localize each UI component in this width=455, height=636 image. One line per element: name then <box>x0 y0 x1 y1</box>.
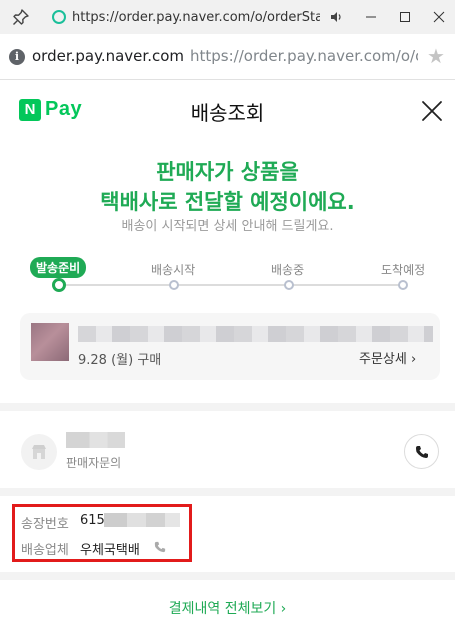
section-divider <box>0 572 455 580</box>
site-circle-icon <box>52 10 66 24</box>
tracking-number-label: 송장번호 <box>21 517 69 532</box>
step-dot-preparing <box>52 278 66 292</box>
order-card[interactable]: 9.28 (월) 구매 주문상세 › <box>20 313 440 380</box>
status-headline-line1: 판매자가 상품을 <box>156 160 299 184</box>
close-window-icon[interactable] <box>424 0 454 34</box>
step-label-in-transit: 배송중 <box>271 263 305 277</box>
window-titlebar: https://order.pay.naver.com/o/orderStatu… <box>0 0 455 34</box>
phone-icon <box>415 445 428 458</box>
minimize-icon[interactable] <box>356 0 386 34</box>
seller-name-redacted <box>66 432 125 448</box>
status-headline-line2: 택배사로 전달할 예정이에요. <box>100 190 355 214</box>
address-full-url: https://order.pay.naver.com/o/orderStatu… <box>190 47 418 65</box>
seller-inquiry-label: 판매자문의 <box>66 456 122 470</box>
carrier-phone-icon[interactable] <box>154 541 166 553</box>
order-detail-link[interactable]: 주문상세 › <box>359 348 416 367</box>
tracking-number-prefix: 615 <box>80 513 105 528</box>
step-label-shipping-start: 배송시작 <box>151 263 196 277</box>
chevron-right-icon: › <box>410 352 417 367</box>
step-label-preparing: 발송준비 <box>30 257 87 278</box>
window-title: https://order.pay.naver.com/o/orderStatu… <box>52 0 320 34</box>
status-subline: 배송이 시작되면 상세 안내해 드릴게요. <box>121 219 334 234</box>
info-icon[interactable]: i <box>9 49 25 65</box>
product-thumbnail <box>31 323 69 361</box>
progress-track <box>59 284 403 286</box>
maximize-icon[interactable] <box>390 0 420 34</box>
window-title-url: https://order.pay.naver.com/o/orderStatu… <box>72 9 320 25</box>
order-detail-label: 주문상세 <box>359 352 407 367</box>
page-title: 배송조회 <box>190 101 265 125</box>
seller-phone-button[interactable] <box>404 434 439 469</box>
address-bar[interactable]: i order.pay.naver.com https://order.pay.n… <box>0 34 455 80</box>
star-icon[interactable]: ★ <box>427 46 445 66</box>
section-divider <box>0 403 455 411</box>
product-name-redacted <box>78 326 433 342</box>
address-url[interactable]: order.pay.naver.com https://order.pay.nav… <box>32 47 418 65</box>
step-dot-arrival <box>398 280 408 290</box>
tracking-number-redacted <box>104 513 180 527</box>
carrier-label: 배송업체 <box>21 543 69 558</box>
step-label-arrival: 도착예정 <box>381 263 426 277</box>
payment-history-link[interactable]: 결제내역 전체보기 › <box>0 598 455 618</box>
step-dot-shipping-start <box>169 280 179 290</box>
pin-icon[interactable] <box>12 8 30 26</box>
close-icon[interactable] <box>420 99 444 123</box>
mute-icon[interactable] <box>321 0 351 34</box>
step-dot-in-transit <box>284 280 294 290</box>
store-icon <box>21 434 57 470</box>
payment-history-label: 결제내역 전체보기 <box>168 601 277 617</box>
order-date: 9.28 (월) 구매 <box>78 353 162 368</box>
carrier-name: 우체국택배 <box>80 543 140 558</box>
address-domain: order.pay.naver.com <box>32 47 185 65</box>
chevron-right-icon: › <box>280 601 287 617</box>
section-divider <box>0 488 455 496</box>
